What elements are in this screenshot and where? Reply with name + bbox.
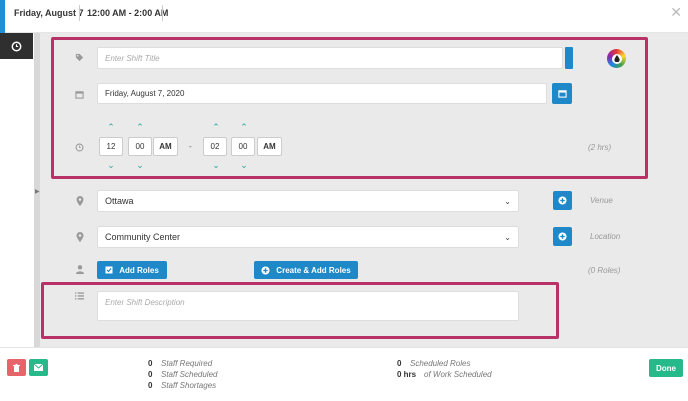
header-date: Friday, August 7: [14, 8, 84, 18]
staff-scheduled-label: Staff Scheduled: [161, 370, 218, 379]
shift-description-textarea[interactable]: Enter Shift Description: [97, 291, 519, 321]
map-marker-icon: [74, 232, 86, 244]
start-hour-input[interactable]: 12: [99, 137, 123, 156]
close-icon[interactable]: ✕: [670, 4, 682, 21]
add-roles-button[interactable]: Add Roles: [97, 261, 167, 279]
scheduled-roles-label: Scheduled Roles: [410, 359, 471, 368]
header-time-range: 12:00 AM - 2:00 AM: [87, 8, 169, 18]
list-icon: [73, 292, 85, 302]
trash-icon: [13, 363, 20, 372]
shift-date-value: Friday, August 7, 2020: [105, 89, 185, 98]
location-value: Community Center: [105, 232, 181, 242]
user-icon: [74, 265, 86, 276]
shift-form: Enter Shift Title Friday, August 7, 2020…: [40, 33, 688, 347]
header-divider: [79, 5, 80, 21]
end-hour-value: 02: [210, 142, 220, 151]
plus-circle-icon: [261, 265, 270, 275]
date-picker-button[interactable]: [552, 83, 572, 104]
staff-scheduled-value: 0: [148, 370, 153, 379]
start-minute-up-arrow[interactable]: ⌃: [134, 123, 146, 132]
end-hour-up-arrow[interactable]: ⌃: [210, 123, 222, 132]
start-ampm-toggle[interactable]: AM: [153, 137, 178, 156]
work-scheduled-label: of Work Scheduled: [424, 370, 492, 379]
create-add-roles-button[interactable]: Create & Add Roles: [254, 261, 358, 279]
expand-arrow-icon[interactable]: ▶: [35, 188, 40, 195]
chevron-down-icon: ⌄: [504, 232, 511, 242]
clock-icon: [73, 143, 85, 154]
start-minute-down-arrow[interactable]: ⌄: [134, 161, 146, 170]
end-hour-input[interactable]: 02: [203, 137, 227, 156]
shift-duration: (2 hrs): [588, 143, 612, 152]
color-picker-icon[interactable]: [607, 49, 626, 68]
staff-required-label: Staff Required: [161, 359, 213, 368]
start-hour-down-arrow[interactable]: ⌄: [105, 161, 117, 170]
end-minute-value: 00: [238, 142, 248, 151]
end-ampm-toggle[interactable]: AM: [257, 137, 282, 156]
add-venue-button[interactable]: [553, 191, 572, 210]
header-divider: [162, 5, 163, 21]
venue-label: Venue: [590, 196, 613, 205]
email-button[interactable]: [29, 359, 48, 376]
venue-value: Ottawa: [105, 196, 134, 206]
envelope-icon: [34, 364, 43, 371]
roles-count: (0 Roles): [588, 266, 621, 275]
done-button[interactable]: Done: [649, 359, 683, 377]
start-minute-input[interactable]: 00: [128, 137, 152, 156]
end-hour-down-arrow[interactable]: ⌄: [210, 161, 222, 170]
delete-button[interactable]: [7, 359, 26, 376]
location-select[interactable]: Community Center ⌄: [97, 226, 519, 248]
modal-footer: 0 Staff Required 0 Staff Scheduled 0 Sta…: [0, 347, 688, 401]
chevron-down-icon: ⌄: [504, 196, 511, 206]
scheduled-roles-value: 0: [397, 359, 402, 368]
venue-select[interactable]: Ottawa ⌄: [97, 190, 519, 212]
calendar-icon: [73, 90, 85, 101]
tag-icon: [73, 53, 85, 64]
clock-icon: [11, 41, 22, 51]
add-location-button[interactable]: [553, 227, 572, 246]
plus-circle-icon: [558, 196, 567, 205]
calendar-icon: [557, 90, 567, 98]
start-hour-value: 12: [106, 142, 116, 151]
start-hour-up-arrow[interactable]: ⌃: [105, 123, 117, 132]
work-scheduled-value: 0 hrs: [397, 370, 417, 379]
checkbox-icon: [105, 266, 113, 274]
shift-date-input[interactable]: Friday, August 7, 2020: [97, 83, 547, 104]
end-minute-up-arrow[interactable]: ⌃: [238, 123, 250, 132]
end-minute-down-arrow[interactable]: ⌄: [238, 161, 250, 170]
staff-required-value: 0: [148, 359, 153, 368]
shift-title-placeholder: Enter Shift Title: [105, 53, 160, 63]
plus-circle-icon: [558, 232, 567, 241]
done-label: Done: [656, 363, 676, 373]
create-add-roles-label: Create & Add Roles: [276, 265, 351, 275]
add-roles-label: Add Roles: [119, 265, 159, 275]
title-input-end-bar: [565, 47, 573, 69]
clock-tab[interactable]: [0, 33, 33, 59]
modal-header: Friday, August 7 12:00 AM - 2:00 AM ✕: [0, 0, 688, 33]
location-label: Location: [590, 232, 621, 241]
staff-shortages-label: Staff Shortages: [161, 381, 217, 390]
start-ampm-value: AM: [159, 142, 172, 151]
start-minute-value: 00: [135, 142, 145, 151]
shift-title-input[interactable]: Enter Shift Title: [97, 47, 563, 69]
left-sidebar: ▶: [0, 33, 40, 347]
time-range-dash: -: [189, 142, 192, 151]
end-minute-input[interactable]: 00: [231, 137, 255, 156]
end-ampm-value: AM: [263, 142, 276, 151]
staff-shortages-value: 0: [148, 381, 153, 390]
map-marker-icon: [74, 196, 86, 208]
shift-description-placeholder: Enter Shift Description: [105, 298, 185, 307]
header-accent-bar: [0, 0, 5, 33]
